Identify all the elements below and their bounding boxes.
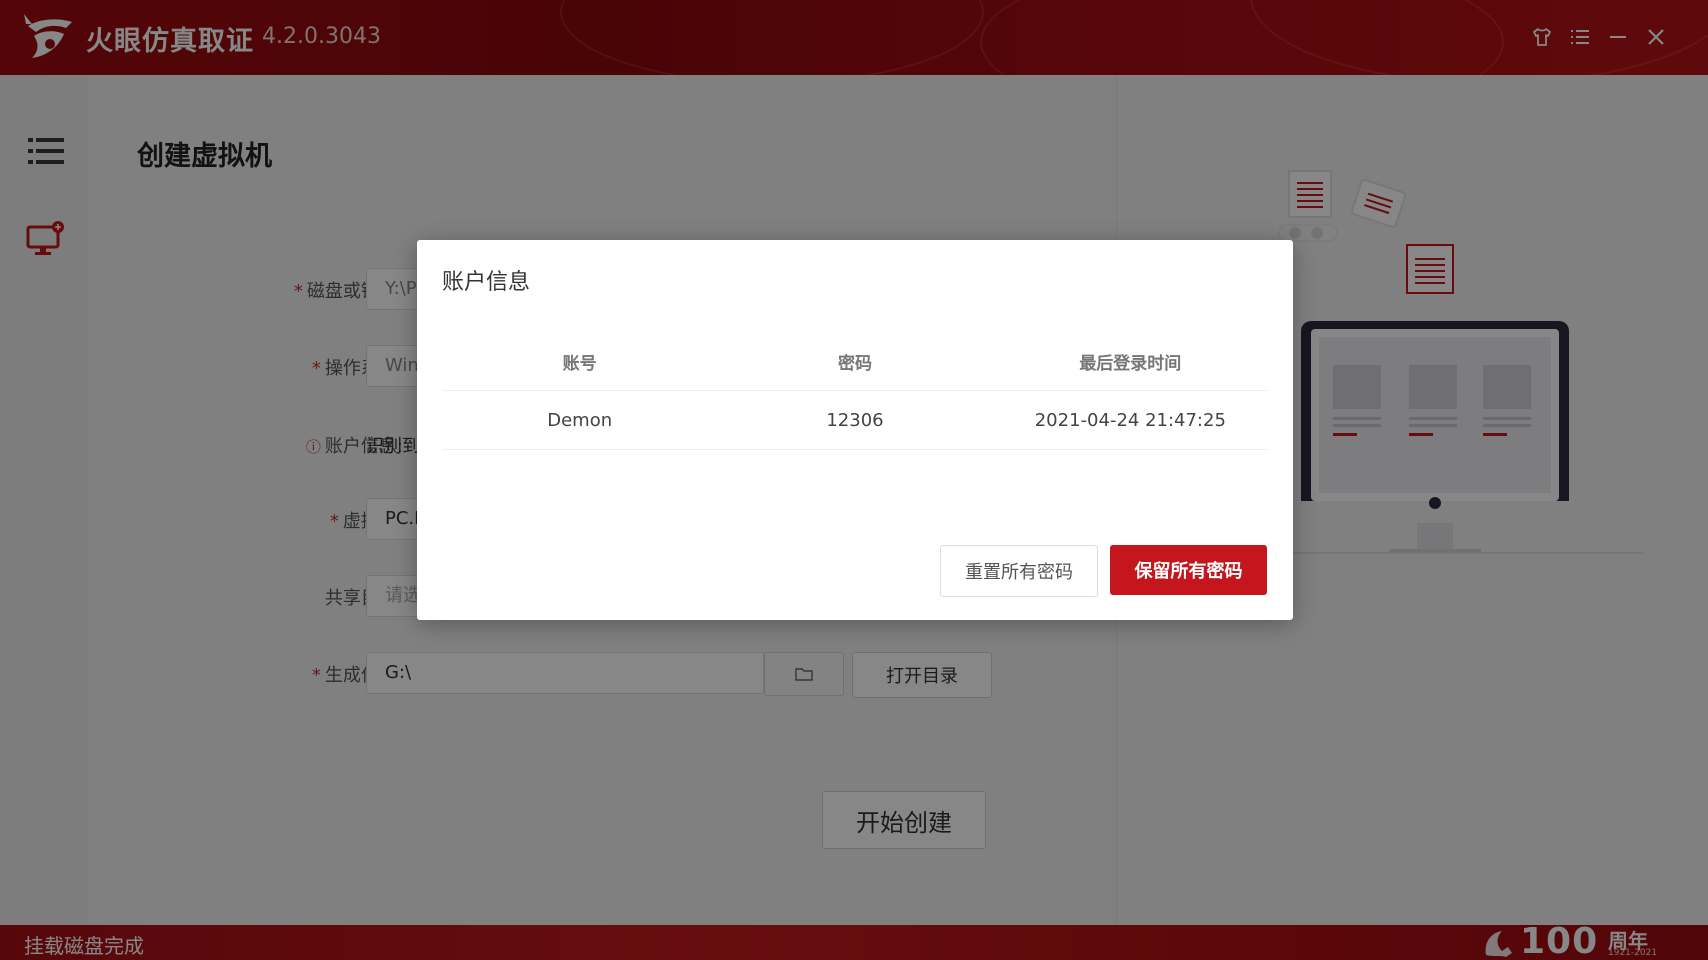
column-header-password: 密码 [837, 353, 872, 374]
account-cell: Demon [547, 409, 613, 431]
account-table: 账号 密码 最后登录时间 Demon 12306 2021-04-24 21:4… [442, 332, 1268, 450]
column-header-last-login: 最后登录时间 [1079, 353, 1182, 374]
dialog-title: 账户信息 [442, 270, 531, 295]
keep-all-passwords-button[interactable]: 保留所有密码 [1110, 545, 1267, 595]
table-row[interactable]: Demon 12306 2021-04-24 21:47:25 [442, 391, 1268, 450]
column-header-account: 账号 [562, 353, 597, 374]
password-cell: 12306 [826, 409, 884, 431]
table-header: 账号 密码 最后登录时间 [442, 332, 1268, 391]
account-info-dialog: 账户信息 账号 密码 最后登录时间 Demon 12306 2021-04-24… [417, 240, 1293, 620]
last-login-cell: 2021-04-24 21:47:25 [1034, 409, 1226, 431]
reset-all-passwords-button[interactable]: 重置所有密码 [940, 545, 1098, 597]
